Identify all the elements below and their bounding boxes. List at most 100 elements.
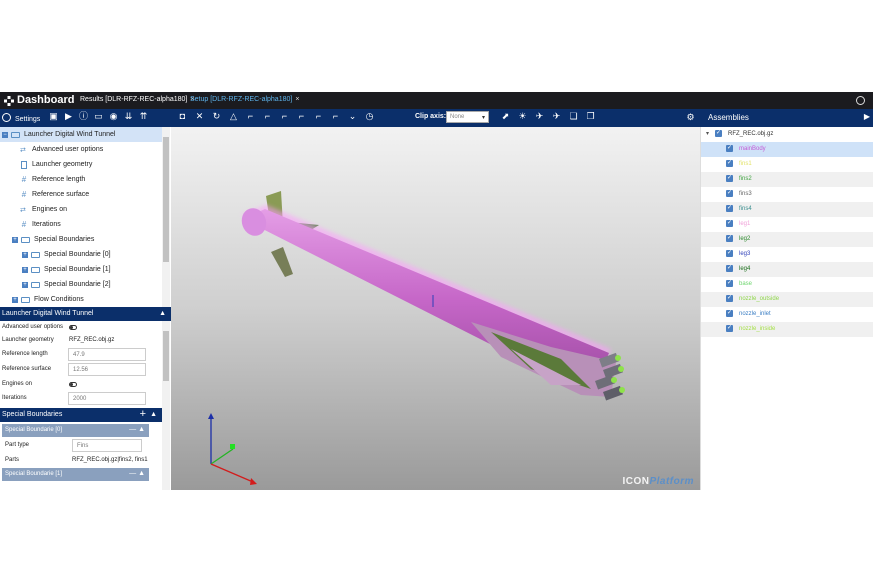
- scrollbar-thumb[interactable]: [163, 137, 169, 262]
- part-type-input[interactable]: Fins: [72, 439, 142, 452]
- user-icon[interactable]: [856, 96, 865, 105]
- window-icon[interactable]: ▭: [93, 111, 104, 122]
- camera-icon[interactable]: ◘: [177, 111, 188, 122]
- properties-scrollbar[interactable]: [162, 321, 170, 490]
- assembly-checkbox[interactable]: ✓: [726, 310, 733, 317]
- assembly-row[interactable]: ✓ leg2: [701, 232, 873, 247]
- assembly-row[interactable]: ✓ nozzle_outside: [701, 292, 873, 307]
- settings-button[interactable]: Settings: [2, 113, 40, 123]
- assembly-row[interactable]: ✓ nozzle_inlet: [701, 307, 873, 322]
- axis-neg-x-icon[interactable]: ⌐: [296, 111, 307, 122]
- assembly-checkbox[interactable]: ✓: [726, 295, 733, 302]
- clock-icon[interactable]: ◷: [364, 111, 375, 122]
- assembly-row[interactable]: ✓ base: [701, 277, 873, 292]
- assembly-checkbox[interactable]: ✓: [726, 250, 733, 257]
- tree-item[interactable]: + Flow Conditions: [0, 292, 162, 307]
- tree-item[interactable]: + Special Boundaries: [0, 232, 162, 247]
- collapse-icon[interactable]: −: [2, 131, 8, 138]
- scrollbar-thumb[interactable]: [163, 331, 169, 381]
- dashboard-logo-icon[interactable]: [4, 96, 14, 106]
- info-icon[interactable]: ⓘ: [78, 111, 89, 122]
- copy-icon[interactable]: ❐: [585, 111, 596, 122]
- properties-header[interactable]: Launcher Digital Wind Tunnel ▲: [0, 307, 171, 321]
- expand-icon[interactable]: +: [22, 266, 28, 273]
- perspective-icon[interactable]: △: [228, 111, 239, 122]
- advanced-options-toggle[interactable]: [69, 325, 77, 330]
- assembly-checkbox[interactable]: ✓: [726, 280, 733, 287]
- reference-surface-input[interactable]: 12.56: [68, 363, 146, 376]
- tree-item[interactable]: ⇄ Advanced user options: [0, 142, 162, 157]
- assembly-checkbox[interactable]: ✓: [726, 205, 733, 212]
- special-boundaries-header[interactable]: Special Boundaries + ▲: [0, 408, 162, 422]
- special-boundary-1-header[interactable]: Special Boundarie [1] — ▲: [2, 468, 149, 481]
- parts-value[interactable]: RFZ_REC.obj.gz|fins2, fins1: [72, 457, 148, 463]
- tree-item[interactable]: ⇄ Engines on: [0, 202, 162, 217]
- save-icon[interactable]: ▣: [48, 111, 59, 122]
- chevron-up-icon[interactable]: ▲: [150, 411, 157, 418]
- assembly-row[interactable]: ✓ leg3: [701, 247, 873, 262]
- collapse-all-icon[interactable]: ⇈: [138, 111, 149, 122]
- assembly-row[interactable]: ✓ mainBody: [701, 142, 873, 157]
- chevron-up-icon[interactable]: ▲: [159, 310, 166, 317]
- assembly-root-checkbox[interactable]: ✓: [715, 130, 722, 137]
- tree-root[interactable]: − Launcher Digital Wind Tunnel: [0, 127, 162, 142]
- add-icon[interactable]: +: [140, 408, 146, 420]
- chevron-down-icon[interactable]: ⌄: [347, 111, 358, 122]
- expand-icon[interactable]: +: [12, 236, 18, 243]
- assembly-checkbox[interactable]: ✓: [726, 220, 733, 227]
- chart-icon[interactable]: ⬈: [500, 111, 511, 122]
- 3d-viewport[interactable]: ICONPlatform: [171, 127, 700, 490]
- rocket-model[interactable]: [171, 127, 700, 490]
- close-icon[interactable]: ×: [295, 96, 299, 103]
- reference-length-input[interactable]: 47.9: [68, 348, 146, 361]
- engines-on-toggle[interactable]: [69, 382, 77, 387]
- assembly-checkbox[interactable]: ✓: [726, 160, 733, 167]
- assembly-row[interactable]: ✓ fins3: [701, 187, 873, 202]
- tab-setup[interactable]: Setup [DLR-RFZ-REC-alpha180] ×: [190, 96, 299, 103]
- iterations-input[interactable]: 2000: [68, 392, 146, 405]
- layers-icon[interactable]: ❏: [568, 111, 579, 122]
- special-boundary-0-header[interactable]: Special Boundarie [0] — ▲: [2, 424, 149, 437]
- lightbulb-icon[interactable]: ☀: [517, 111, 528, 122]
- collapse-icon[interactable]: — ▲: [129, 470, 145, 477]
- collapse-panel-icon[interactable]: ▶: [864, 112, 870, 121]
- expand-icon[interactable]: +: [22, 251, 28, 258]
- axis-z-icon[interactable]: ⌐: [279, 111, 290, 122]
- axis-neg-y-icon[interactable]: ⌐: [313, 111, 324, 122]
- gear-icon[interactable]: ⚙: [685, 112, 696, 123]
- fit-view-icon[interactable]: ✕: [194, 111, 205, 122]
- clip-axis-select[interactable]: None ▾: [446, 111, 489, 123]
- assembly-row[interactable]: ✓ fins1: [701, 157, 873, 172]
- tree-item[interactable]: + Special Boundarie [1]: [0, 262, 162, 277]
- assembly-row[interactable]: ✓ leg4: [701, 262, 873, 277]
- expand-all-icon[interactable]: ⇊: [123, 111, 134, 122]
- tree-scrollbar[interactable]: [162, 127, 170, 307]
- tree-item[interactable]: # Iterations: [0, 217, 162, 232]
- plane-reverse-icon[interactable]: ✈: [551, 111, 562, 122]
- assembly-row[interactable]: ✓ leg1: [701, 217, 873, 232]
- assembly-row[interactable]: ✓ fins4: [701, 202, 873, 217]
- collapse-icon[interactable]: — ▲: [129, 426, 145, 433]
- tree-item[interactable]: + Special Boundarie [0]: [0, 247, 162, 262]
- tree-item[interactable]: Launcher geometry: [0, 157, 162, 172]
- assembly-checkbox[interactable]: ✓: [726, 145, 733, 152]
- assembly-checkbox[interactable]: ✓: [726, 190, 733, 197]
- axis-neg-z-icon[interactable]: ⌐: [330, 111, 341, 122]
- assembly-row[interactable]: ✓ fins2: [701, 172, 873, 187]
- tree-item[interactable]: # Reference surface: [0, 187, 162, 202]
- assembly-checkbox[interactable]: ✓: [726, 175, 733, 182]
- eye-icon[interactable]: ◉: [108, 111, 119, 122]
- expand-icon[interactable]: +: [22, 281, 28, 288]
- plane-icon[interactable]: ✈: [534, 111, 545, 122]
- assembly-checkbox[interactable]: ✓: [726, 265, 733, 272]
- tab-results[interactable]: Results [DLR-RFZ-REC-alpha180] ×: [80, 96, 194, 103]
- assembly-checkbox[interactable]: ✓: [726, 235, 733, 242]
- assembly-row[interactable]: ✓ nozzle_inside: [701, 322, 873, 337]
- tree-item[interactable]: + Special Boundarie [2]: [0, 277, 162, 292]
- rotate-icon[interactable]: ↻: [211, 111, 222, 122]
- axis-x-icon[interactable]: ⌐: [245, 111, 256, 122]
- chevron-down-icon[interactable]: ▾: [706, 130, 709, 137]
- axis-y-icon[interactable]: ⌐: [262, 111, 273, 122]
- play-icon[interactable]: ▶: [63, 111, 74, 122]
- assembly-checkbox[interactable]: ✓: [726, 325, 733, 332]
